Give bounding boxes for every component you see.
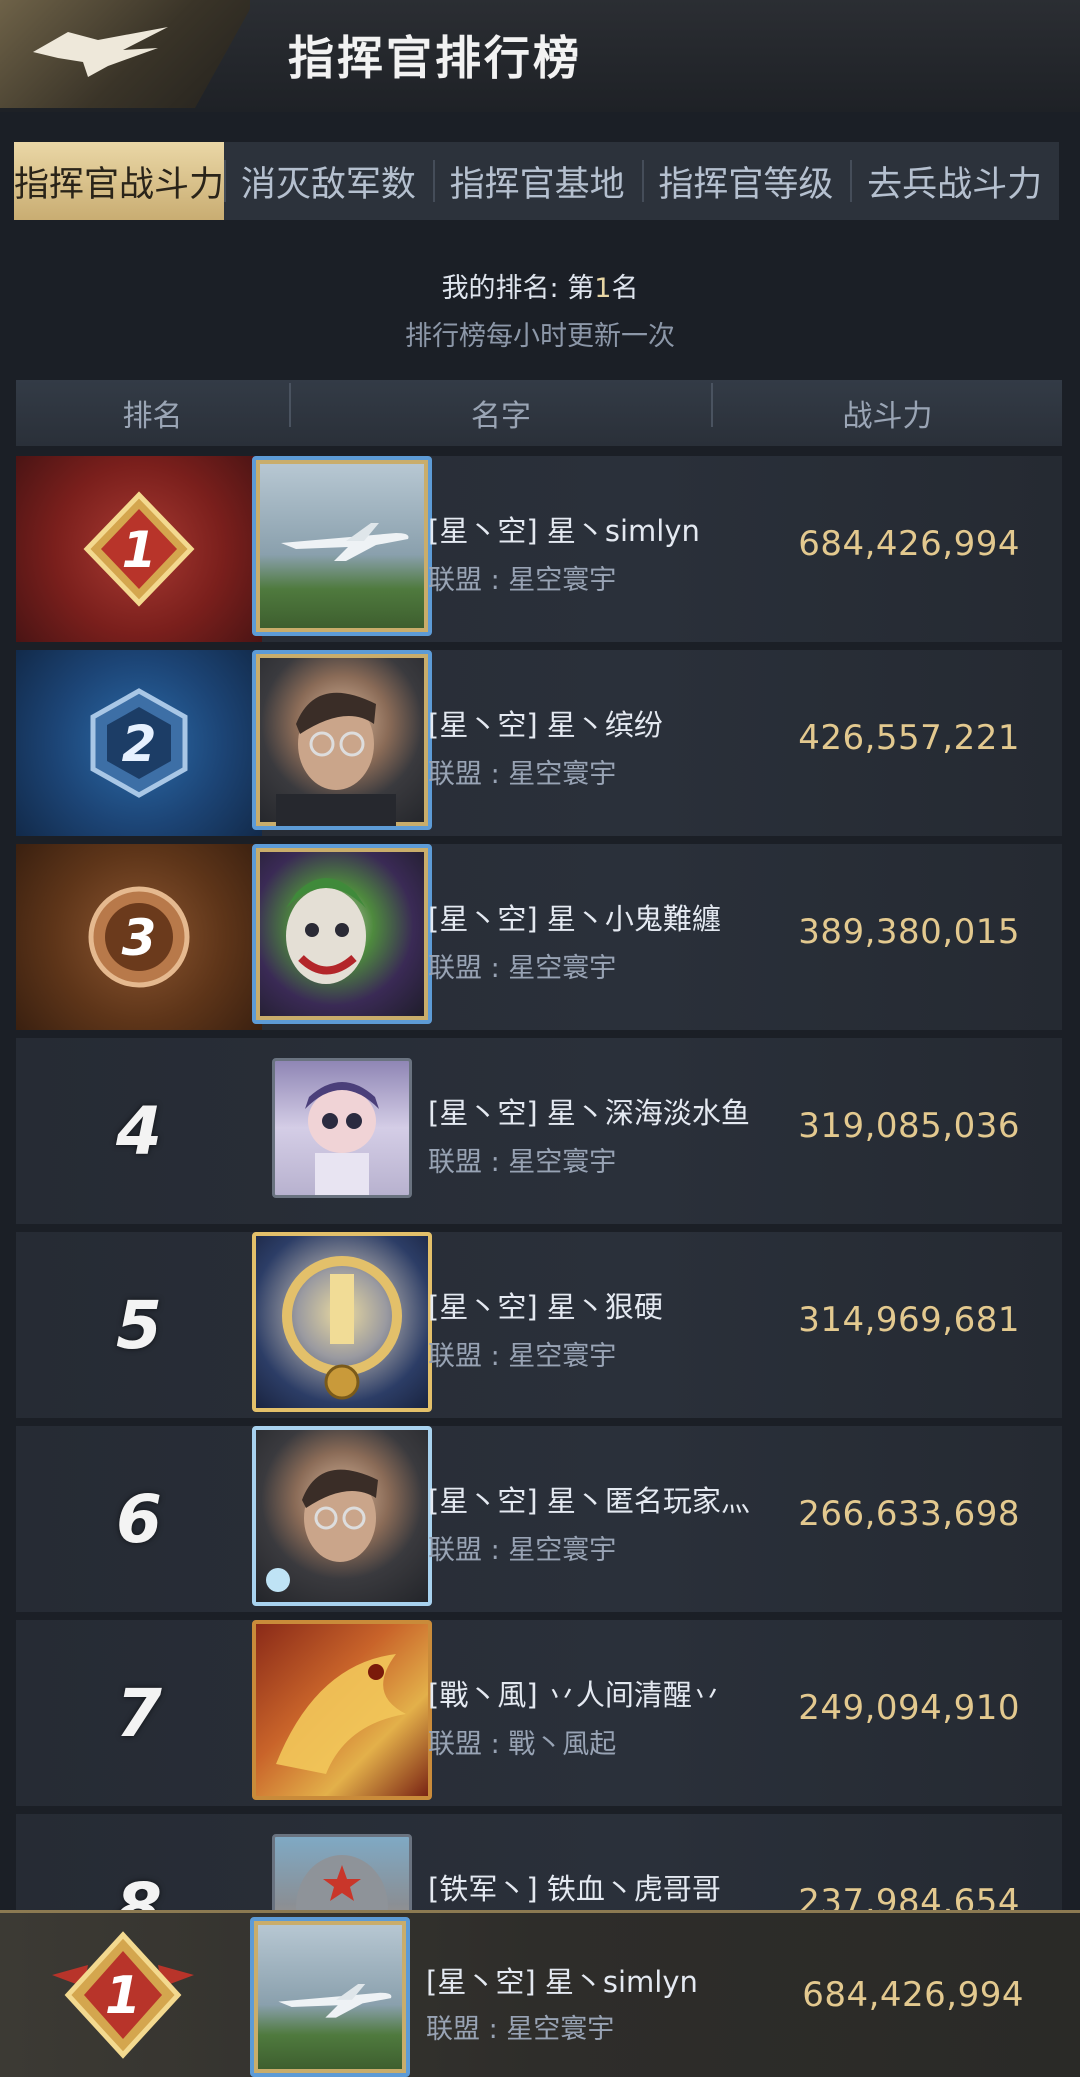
player-avatar[interactable]	[252, 1426, 432, 1606]
header-bar: 指挥官排行榜	[0, 0, 1080, 112]
column-rank: 排名	[122, 399, 183, 434]
player-name: [星丶空] 星丶simlyn	[426, 1965, 698, 1999]
table-row[interactable]: 5 [星丶空] 星丶狠硬 联盟 : 星空寰宇 314,969,681	[16, 1232, 1062, 1418]
tab-commander-base[interactable]: 指挥官基地	[432, 142, 642, 220]
rank-number: 6	[116, 1480, 162, 1558]
table-row[interactable]: 1 [星丶空] 星丶simlyn 联盟 : 星空寰宇 684,426,994	[16, 456, 1062, 642]
column-power: 战斗力	[842, 399, 933, 434]
player-power: 684,426,994	[798, 524, 1020, 564]
player-alliance: 联盟 : 星空寰宇	[428, 1535, 617, 1566]
rank-1-badge-icon: 1	[52, 1931, 194, 2059]
rank-badge: 1	[0, 1913, 246, 2077]
player-avatar[interactable]	[252, 844, 432, 1024]
player-alliance: 联盟 : 星空寰宇	[428, 1341, 617, 1372]
rank-number: 7	[116, 1674, 162, 1752]
airplane-avatar-icon	[281, 523, 409, 561]
player-avatar[interactable]	[252, 1620, 432, 1800]
rank-number: 3	[122, 909, 157, 967]
player-power: 314,969,681	[798, 1300, 1020, 1340]
player-power: 266,633,698	[798, 1494, 1020, 1534]
my-rank-text: 我的排名: 第1名	[0, 266, 1080, 305]
table-row[interactable]: 7 [戰丶風] 丷人间清醒丷 联盟 : 戰丶風起 249,094,910	[16, 1620, 1062, 1806]
eagle-icon	[33, 27, 168, 77]
rank-badge: 1	[16, 456, 262, 642]
player-name: [星丶空] 星丶simlyn	[428, 514, 700, 548]
column-header: 排名 名字 战斗力	[16, 380, 1062, 446]
tab-commander-level[interactable]: 指挥官等级	[641, 142, 851, 220]
player-name: [星丶空] 星丶深海淡水鱼	[428, 1096, 750, 1130]
update-note: 排行榜每小时更新一次	[405, 321, 675, 352]
player-name: [铁军丶] 铁血丶虎哥哥	[428, 1872, 721, 1906]
my-rank-prefix: 我的排名: 第	[441, 273, 595, 304]
player-avatar[interactable]	[252, 456, 432, 636]
player-alliance: 联盟 : 星空寰宇	[428, 759, 617, 790]
column-name: 名字	[289, 383, 713, 435]
rank-2-badge-icon: 2	[90, 688, 188, 798]
player-alliance: 联盟 : 星空寰宇	[428, 565, 617, 596]
tab-troop-power[interactable]: 去兵战斗力	[850, 142, 1059, 220]
cartoon-girl-avatar-icon	[305, 1082, 379, 1195]
table-row[interactable]: 4 [星丶空] 星丶深海淡水鱼 联盟 : 星空寰宇 319,085,036	[16, 1038, 1062, 1224]
man-glasses-avatar-icon	[276, 692, 396, 826]
tab-commander-power[interactable]: 指挥官战斗力	[14, 142, 225, 220]
table-row[interactable]: 3 [星丶空] 星丶小鬼難纏 联盟 : 星空寰宇 389,380,015	[16, 844, 1062, 1030]
rank-number: 4	[116, 1092, 162, 1170]
rank-number: 1	[105, 1966, 141, 2026]
player-avatar[interactable]	[252, 650, 432, 830]
player-power: 319,085,036	[798, 1106, 1020, 1146]
tab-enemies-killed[interactable]: 消灭敌军数	[224, 142, 433, 220]
medal-avatar-icon	[282, 1256, 402, 1400]
table-row[interactable]: 2 [星丶空] 星丶缤纷 联盟 : 星空寰宇 426,557,221	[16, 650, 1062, 836]
table-row[interactable]: 6 [星丶空] 星丶匿名玩家灬 联盟 : 星空寰宇 266,633,698	[16, 1426, 1062, 1612]
rank-3-badge-icon: 3	[88, 886, 190, 988]
player-name: [星丶空] 星丶匿名玩家灬	[428, 1484, 750, 1518]
rank-number: 1	[122, 521, 157, 579]
player-alliance: 联盟 : 星空寰宇	[428, 953, 617, 984]
man-glasses-avatar-icon	[266, 1469, 378, 1592]
eagle-emblem[interactable]	[0, 0, 250, 108]
rank-badge: 3	[16, 844, 262, 1030]
rank-badge: 5	[16, 1232, 262, 1418]
player-power: 389,380,015	[798, 912, 1020, 952]
airplane-avatar-icon	[278, 1983, 392, 2018]
rank-badge: 7	[16, 1620, 262, 1806]
rank-badge: 6	[16, 1426, 262, 1612]
player-alliance: 联盟 : 星空寰宇	[426, 2014, 615, 2045]
player-avatar[interactable]	[250, 1917, 410, 2077]
my-rank-number: 1	[594, 273, 612, 304]
dragon-avatar-icon	[276, 1654, 406, 1774]
player-avatar[interactable]	[252, 1232, 432, 1412]
player-power: 684,426,994	[802, 1975, 1024, 2015]
player-name: [戰丶風] 丷人间清醒丷	[428, 1678, 721, 1712]
rank-number: 2	[122, 715, 157, 773]
rank-badge: 4	[16, 1038, 262, 1224]
player-avatar[interactable]	[272, 1058, 412, 1198]
my-rank-suffix: 名	[611, 273, 639, 304]
my-rank-row[interactable]: 1 [星丶空] 星丶simlyn 联盟 : 星空寰宇 684,426,994	[0, 1910, 1080, 2077]
rank-badge: 2	[16, 650, 262, 836]
page-title: 指挥官排行榜	[288, 31, 582, 85]
player-alliance: 联盟 : 星空寰宇	[428, 1147, 617, 1178]
player-alliance: 联盟 : 戰丶風起	[428, 1729, 617, 1760]
player-power: 426,557,221	[798, 718, 1020, 758]
player-name: [星丶空] 星丶缤纷	[428, 708, 663, 742]
player-name: [星丶空] 星丶小鬼難纏	[428, 902, 721, 936]
tab-bar: 指挥官战斗力 消灭敌军数 指挥官基地 指挥官等级 去兵战斗力	[14, 142, 1059, 220]
player-power: 249,094,910	[798, 1688, 1020, 1728]
rank-number: 5	[116, 1286, 162, 1364]
rank-1-badge-icon: 1	[83, 491, 195, 607]
joker-avatar-icon	[286, 878, 366, 984]
player-name: [星丶空] 星丶狠硬	[428, 1290, 663, 1324]
